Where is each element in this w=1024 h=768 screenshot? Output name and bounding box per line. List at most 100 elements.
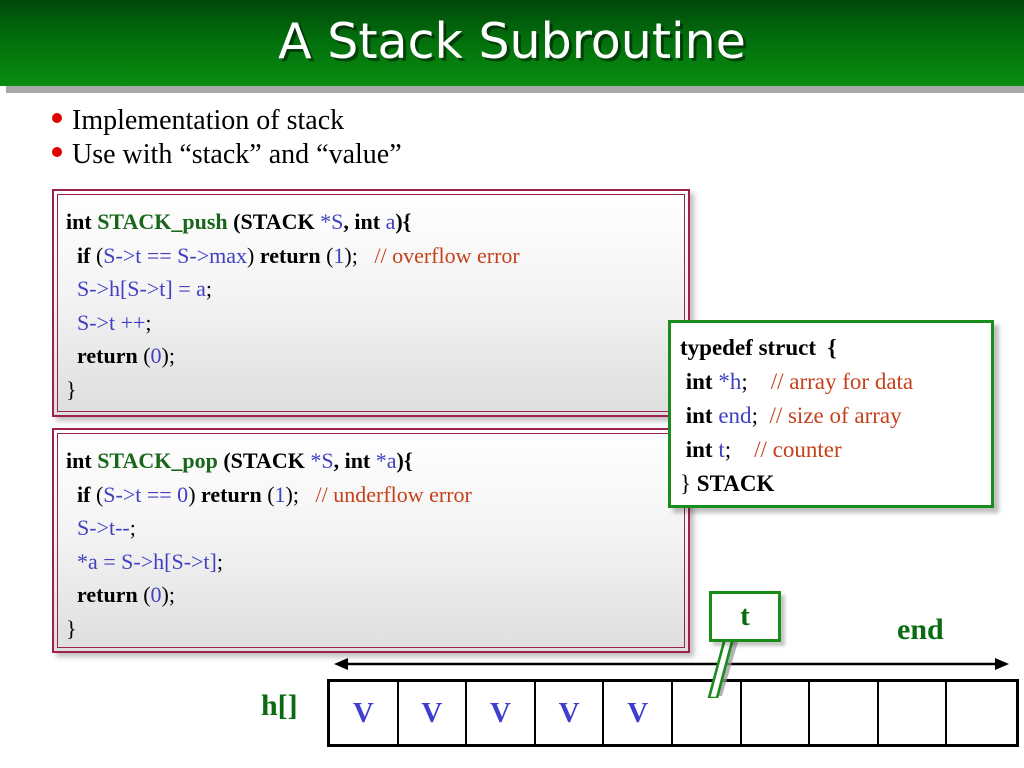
code-token: );	[285, 481, 316, 507]
list-item: Implementation of stack	[52, 104, 672, 138]
array-cell: V	[604, 682, 673, 744]
code-token: );	[344, 242, 375, 268]
code-token: (	[217, 448, 231, 473]
code-token: 1	[274, 481, 286, 507]
code-token: return	[201, 481, 268, 507]
code-token: );	[161, 582, 175, 607]
code-token: ,	[343, 209, 355, 234]
code-line: S->h[S->t] = a;	[66, 272, 688, 306]
code-token: ;	[216, 548, 223, 574]
code-token: int	[66, 209, 98, 234]
code-token: int	[344, 448, 376, 473]
list-item: Use with “stack” and “value”	[52, 138, 672, 172]
code-line: if (S->t == S->max) return (1); // overf…	[66, 239, 688, 273]
code-token: ;	[129, 515, 136, 540]
code-token: );	[161, 343, 175, 368]
code-box-stack-push: int STACK_push (STACK *S, int a){ if (S-…	[52, 189, 690, 417]
array-name-label: h[]	[261, 689, 298, 722]
code-token: )	[247, 242, 260, 268]
code-line: *a = S->h[S->t];	[66, 545, 688, 579]
array-cell: V	[399, 682, 468, 744]
array-cell	[742, 682, 811, 744]
code-listing-pop: int STACK_pop (STACK *S, int *a){ if (S-…	[54, 430, 688, 645]
code-line: int *h; // array for data	[680, 365, 991, 399]
code-token: int	[66, 448, 98, 473]
code-token: ;	[205, 276, 212, 301]
code-line: return (0);	[66, 339, 688, 373]
code-token: (	[143, 582, 151, 607]
array-cell	[879, 682, 948, 744]
code-token: S->t == 0	[103, 481, 189, 507]
code-token: S->t--	[77, 515, 130, 540]
code-token: // counter	[754, 437, 842, 462]
code-line: S->t ++;	[66, 306, 688, 340]
code-token: 1	[333, 242, 345, 268]
code-token: if	[66, 242, 96, 268]
code-token: ;	[145, 309, 152, 335]
code-token: }	[66, 615, 77, 641]
code-token: ,	[333, 448, 345, 473]
code-token: int	[354, 209, 386, 234]
array-cell: V	[467, 682, 536, 744]
code-token: // array for data	[770, 369, 914, 394]
code-token: STACK_push	[97, 209, 228, 234]
code-token: 0	[150, 582, 162, 607]
bullet-text: Use with “stack” and “value”	[72, 139, 402, 170]
code-line: int STACK_pop (STACK *S, int *a){	[66, 444, 688, 478]
bullet-list: Implementation of stack Use with “stack”…	[52, 104, 672, 172]
code-line: return (0);	[66, 578, 688, 612]
code-token: STACK	[696, 471, 775, 496]
code-token: (	[143, 343, 151, 368]
array-cell: V	[330, 682, 399, 744]
code-token: typedef struct {	[680, 335, 837, 360]
array-span-arrow-icon	[334, 658, 1009, 670]
code-token: S->h[S->t] = a	[77, 276, 206, 301]
counter-callout-tail-icon	[707, 636, 738, 698]
code-token: STACK_pop	[97, 448, 218, 473]
code-listing-push: int STACK_push (STACK *S, int a){ if (S-…	[54, 191, 688, 406]
code-line: S->t--;	[66, 511, 688, 545]
code-line: if (S->t == 0) return (1); // underflow …	[66, 478, 688, 512]
page-title: A Stack Subroutine	[278, 13, 746, 70]
code-token: return	[66, 582, 144, 607]
code-line: int STACK_push (STACK *S, int a){	[66, 205, 688, 239]
code-token: (	[267, 481, 275, 507]
array-cell	[810, 682, 879, 744]
bullet-dot-icon	[52, 147, 62, 157]
code-box-stack-pop: int STACK_pop (STACK *S, int *a){ if (S-…	[52, 428, 690, 653]
code-token: ){	[396, 448, 413, 473]
code-token: 0	[150, 343, 162, 368]
code-token: end	[718, 403, 752, 428]
code-token: ;	[724, 437, 755, 462]
code-token: )	[188, 481, 202, 507]
code-token: a	[385, 209, 396, 234]
code-token: *S	[314, 209, 344, 234]
code-token: (	[227, 209, 241, 234]
code-line: int t; // counter	[680, 433, 991, 467]
code-token: S->t ++	[77, 309, 146, 335]
bullet-dot-icon	[52, 113, 62, 123]
counter-callout-t: t	[709, 591, 781, 642]
code-token: // underflow error	[315, 481, 472, 507]
code-token: return	[259, 242, 327, 268]
code-token: }	[66, 376, 77, 402]
code-token: STACK	[230, 448, 305, 473]
code-token: *a	[375, 448, 397, 473]
array-end-label: end	[897, 613, 944, 646]
code-token: ){	[395, 209, 412, 234]
code-line: int end; // size of array	[680, 399, 991, 433]
code-token: *S	[304, 448, 334, 473]
array-cells-container: VVVVV	[327, 679, 1019, 747]
code-line: } STACK	[680, 467, 991, 501]
code-token: ;	[751, 403, 770, 428]
code-line: }	[66, 373, 688, 407]
code-token: }	[680, 471, 697, 496]
code-token: if	[66, 481, 96, 507]
code-token: return	[66, 343, 144, 368]
code-box-typedef-struct: typedef struct { int *h; // array for da…	[668, 320, 994, 508]
code-line: }	[66, 612, 688, 646]
